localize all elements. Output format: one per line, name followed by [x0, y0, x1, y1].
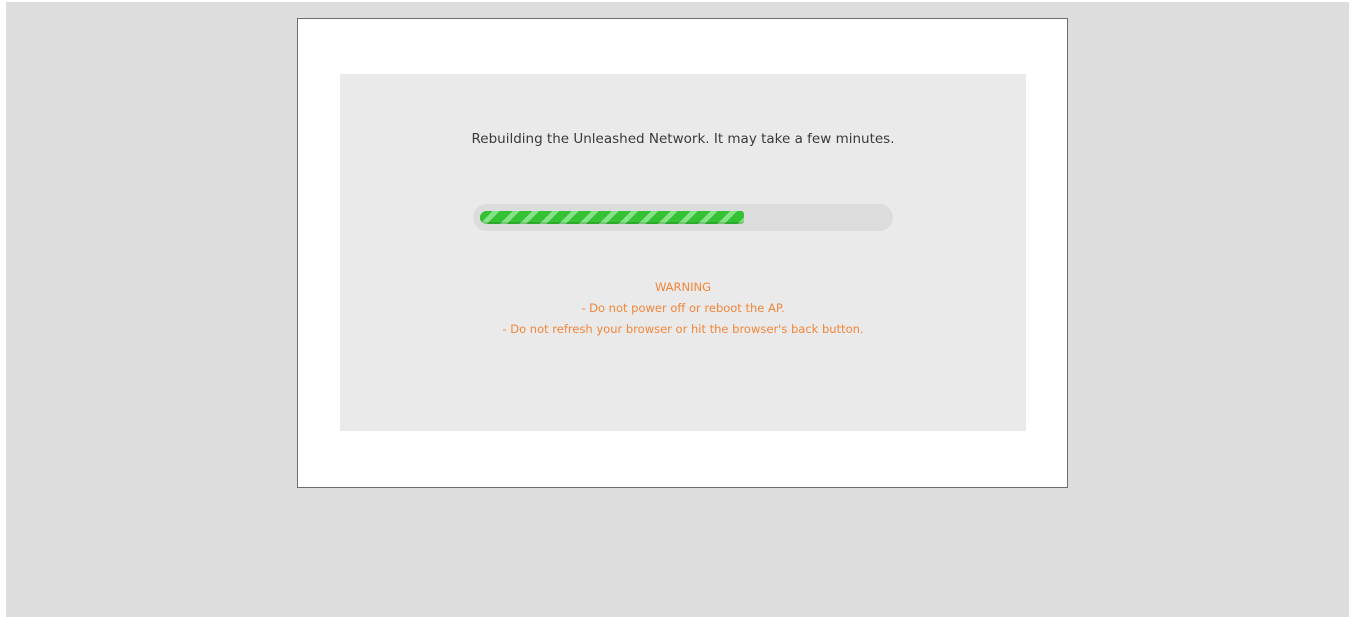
status-message: Rebuilding the Unleashed Network. It may…: [471, 131, 895, 147]
rebuild-dialog: Rebuilding the Unleashed Network. It may…: [297, 18, 1068, 488]
warning-block: WARNING - Do not power off or reboot the…: [340, 277, 1026, 340]
progress-bar-fill: [480, 211, 744, 224]
progress-bar: [473, 204, 893, 231]
warning-line-browser: - Do not refresh your browser or hit the…: [502, 322, 864, 336]
page-backdrop: Rebuilding the Unleashed Network. It may…: [6, 2, 1349, 617]
warning-line-power: - Do not power off or reboot the AP.: [581, 301, 785, 315]
warning-title: WARNING: [654, 280, 712, 294]
status-panel: Rebuilding the Unleashed Network. It may…: [340, 74, 1026, 431]
